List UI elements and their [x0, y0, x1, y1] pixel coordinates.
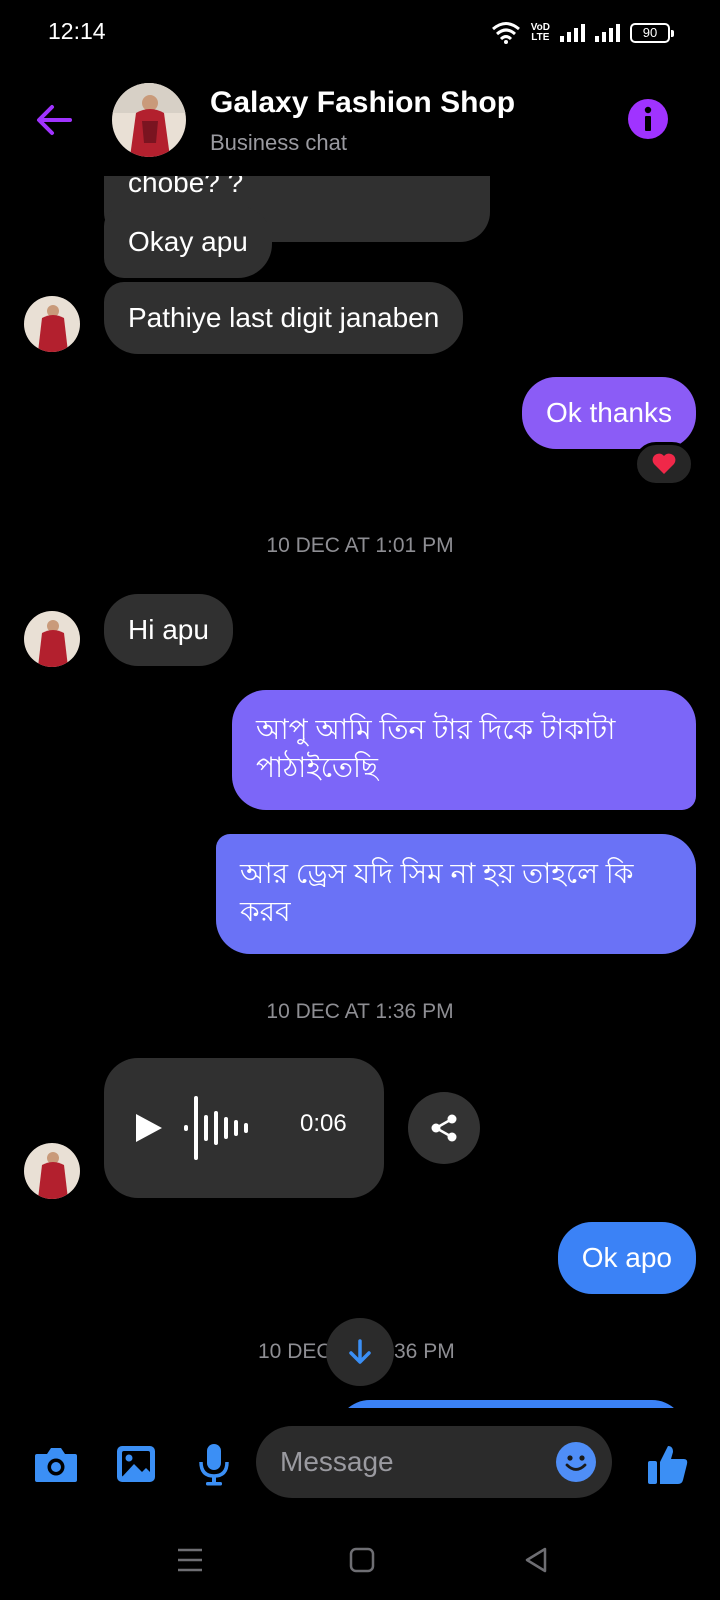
scroll-to-bottom-button[interactable]: [326, 1318, 394, 1386]
shop-avatar[interactable]: [112, 83, 186, 157]
info-icon: [644, 106, 652, 131]
wifi-icon: [491, 22, 520, 44]
timestamp-part: 36 PM: [394, 1340, 455, 1363]
message-bubble-incoming[interactable]: Okay apu: [104, 206, 272, 278]
message-text: Pathiye last digit janaben: [128, 302, 440, 333]
status-icons: VoD LTE 90: [491, 20, 674, 46]
message-bubble-outgoing[interactable]: আর ড্রেস যদি সিম না হয় তাহলে কি করব: [216, 834, 696, 954]
message-text: Ok thanks: [545, 397, 672, 428]
signal-icon-sim2: [595, 24, 620, 42]
back-button[interactable]: [30, 96, 78, 144]
like-button[interactable]: [644, 1440, 692, 1488]
message-bubble-outgoing[interactable]: Ok thanks: [521, 377, 696, 449]
chat-subtitle: Business chat: [210, 130, 347, 155]
back-arrow-icon: [37, 105, 72, 135]
emoji-icon: [565, 1455, 587, 1471]
play-button[interactable]: [134, 1112, 164, 1149]
home-button[interactable]: [342, 1540, 382, 1580]
home-square-icon: [349, 1547, 375, 1573]
avatar-image: [112, 83, 186, 157]
audio-waveform[interactable]: [184, 1096, 248, 1160]
volte-line2: LTE: [531, 32, 550, 43]
arrow-down-icon: [349, 1339, 371, 1364]
image-icon: [117, 1446, 155, 1482]
message-text: আপু আমি তিন টার দিকে টাকাটা পাঠাইতেছি: [256, 714, 616, 783]
sender-avatar[interactable]: [24, 296, 80, 352]
share-button[interactable]: [408, 1092, 480, 1164]
message-bubble-outgoing[interactable]: আপু আমি তিন টার দিকে টাকাটা পাঠাইতেছি: [232, 690, 696, 810]
menu-icon: [178, 1548, 202, 1572]
camera-icon: [35, 1448, 77, 1482]
chat-header: Galaxy Fashion Shop Business chat: [0, 66, 720, 176]
message-text: Okay apu: [128, 226, 248, 257]
timestamp: 10 DEC AT 1:01 PM: [266, 534, 454, 557]
message-bubble-outgoing[interactable]: Ok apo: [557, 1222, 696, 1294]
chat-title: Galaxy Fashion Shop: [210, 86, 516, 119]
message-input[interactable]: [280, 1442, 540, 1482]
sender-avatar[interactable]: [24, 1143, 80, 1199]
system-navigation-bar: [0, 1524, 720, 1600]
sender-avatar[interactable]: [24, 611, 80, 667]
heart-icon: [652, 453, 676, 474]
mic-icon: [199, 1444, 229, 1486]
battery-icon: 90: [630, 23, 674, 43]
voice-record-button[interactable]: [190, 1440, 238, 1488]
voice-message: 0:06: [104, 1058, 384, 1198]
play-icon: [136, 1114, 162, 1142]
share-icon: [431, 1114, 457, 1142]
gallery-button[interactable]: [112, 1440, 160, 1488]
message-text: Ok apo: [581, 1242, 672, 1273]
status-bar: 12:14 VoD LTE 90: [0, 0, 720, 66]
signal-icon-sim1: [560, 24, 585, 42]
timestamp-part: 10 DEC: [258, 1340, 332, 1363]
thumbs-up-icon: [648, 1446, 688, 1484]
message-bubble-incoming[interactable]: Pathiye last digit janaben: [104, 282, 464, 354]
status-time: 12:14: [48, 18, 106, 44]
emoji-button[interactable]: [556, 1442, 596, 1482]
timestamp: 10 DEC AT 1:36 PM: [266, 1000, 454, 1023]
message-composer: [0, 1408, 720, 1524]
message-text: Hi apu: [128, 614, 209, 645]
info-button[interactable]: [628, 99, 668, 139]
message-bubble-incoming[interactable]: Hi apu: [104, 594, 233, 666]
camera-button[interactable]: [32, 1440, 80, 1488]
nav-back-button[interactable]: [516, 1540, 556, 1580]
message-reaction[interactable]: [634, 442, 694, 486]
avatar-image: [24, 1143, 80, 1199]
nav-back-icon: [525, 1547, 547, 1573]
recents-button[interactable]: [170, 1540, 210, 1580]
avatar-image: [24, 296, 80, 352]
voice-duration: 0:06: [300, 1110, 347, 1137]
avatar-image: [24, 611, 80, 667]
volte-indicator: VoD LTE: [531, 23, 550, 43]
message-text: আর ড্রেস যদি সিম না হয় তাহলে কি করব: [240, 858, 634, 927]
message-field[interactable]: [256, 1426, 612, 1498]
